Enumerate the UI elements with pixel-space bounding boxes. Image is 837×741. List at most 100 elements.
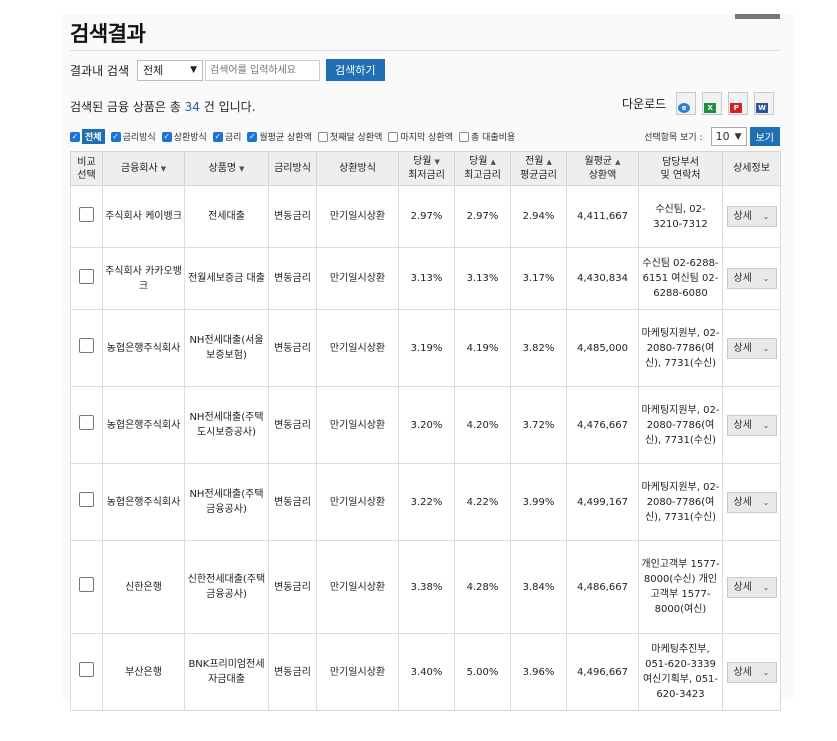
detail-label: 상세 [733,273,752,284]
summary-suffix: 건 입니다. [199,100,256,114]
filter-repay-type[interactable]: ✓ 상환방식 [161,130,207,143]
col-min-rate[interactable]: 당월 ▼ 최저금리 [398,151,455,186]
view-count-control: 선택항목 보기 : 10 ▼ 보기 [644,127,780,146]
checkbox-checked-icon: ✓ [110,131,121,142]
chevron-down-icon: ⌄ [762,274,770,283]
col-monthly[interactable]: 월평균 ▲ 상환액 [566,151,639,186]
filter-label: 총 대출비용 [471,133,516,143]
table-row: 주식회사 카카오뱅크 전월세보증금 대출 변동금리 만기일시상환 3.13% 3.13% 3… [70,247,781,310]
sort-desc-icon: ▼ [434,158,440,166]
filter-rate-type[interactable]: ✓ 금리방식 [110,130,156,143]
sort-asc-icon: ▲ [615,158,621,166]
results-table: 비교 선택 금융회사 ▼ 상품명 ▼ 금리방식 상환방식 당월 ▼ 최저금리 당월 ▲ 최고금… [70,151,781,711]
filter-all[interactable]: ✓ 전체 [70,129,105,144]
cell-product: NH전세대출(주택도시보증공사) [184,386,269,464]
filter-label: 월평균 상환액 [259,133,312,143]
cell-max-rate: 4.19% [454,309,511,387]
detail-label: 상세 [733,666,752,678]
table-header-row: 비교 선택 금융회사 ▼ 상품명 ▼ 금리방식 상환방식 당월 ▼ 최저금리 당월 ▲ 최고금… [70,151,781,186]
col-product[interactable]: 상품명 ▼ [184,151,269,186]
search-button[interactable]: 검색하기 [326,59,385,81]
cell-company: 주식회사 케이뱅크 [102,185,185,248]
filter-total-cost[interactable]: 총 대출비용 [459,130,515,143]
col-compare: 비교 선택 [70,151,103,186]
excel-icon[interactable]: X [702,92,723,115]
cell-min-rate: 3.40% [398,633,455,711]
cell-rate-type: 변동금리 [268,540,317,634]
detail-label: 상세 [733,581,752,593]
sort-asc-icon: ▲ [546,158,552,166]
cell-avg-rate: 3.96% [510,633,567,711]
pdf-icon[interactable]: P [728,92,749,115]
compare-checkbox[interactable] [79,268,94,284]
word-icon[interactable]: W [754,92,775,115]
detail-button[interactable]: 상세 ⌄ [726,337,777,359]
col-avg-rate[interactable]: 전월 ▲ 평균금리 [510,151,567,186]
compare-checkbox[interactable] [79,415,94,430]
compare-checkbox[interactable] [79,662,94,677]
col-rate-type: 금리방식 [268,151,317,186]
sort-desc-icon: ▼ [160,164,167,173]
view-count-select[interactable]: 10 ▼ [710,127,747,146]
search-input[interactable] [205,59,321,81]
cell-contact: 개인고객부 1577-8000(수신) 개인고객부 1577-8000(여신) [638,540,723,634]
cell-rate-type: 변동금리 [268,309,317,387]
cell-avg-rate: 3.84% [510,540,567,634]
filter-last-payment[interactable]: 마지막 상환액 [388,130,453,143]
filter-monthly[interactable]: ✓ 월평균 상환액 [247,130,312,143]
chevron-down-icon: ⌄ [762,343,770,353]
filter-label: 상환방식 [173,133,207,143]
summary-prefix: 검색된 금융 상품은 총 [70,100,185,114]
cell-monthly: 4,430,834 [566,247,639,310]
chevron-down-icon: ⌄ [762,497,770,507]
view-count-value: 10 [715,130,730,143]
cell-max-rate: 3.13% [454,247,511,310]
detail-cell: 상세 ⌄ [722,185,781,248]
detail-label: 상세 [733,419,752,431]
detail-button[interactable]: 상세 ⌄ [726,206,777,227]
cell-rate-type: 변동금리 [268,463,317,541]
cell-product: NH전세대출(서울보증보험) [184,309,269,387]
table-row: 부산은행 BNK프리미엄전세자금대출 변동금리 만기일시상환 3.40% 5.00% 3.9… [70,633,781,711]
view-button[interactable]: 보기 [749,127,780,146]
detail-button[interactable]: 상세 ⌄ [726,268,777,289]
cell-company: 부산은행 [102,633,185,711]
cell-product: 전월세보증금 대출 [184,247,269,310]
cell-min-rate: 3.19% [398,309,455,387]
detail-button[interactable]: 상세 ⌄ [726,414,777,436]
ie-icon[interactable]: e [676,92,697,115]
cell-product: 신한전세대출(주택금융공사) [184,540,269,634]
detail-button[interactable]: 상세 ⌄ [726,491,777,513]
cell-monthly: 4,486,667 [566,540,639,634]
col-repay-type: 상환방식 [316,151,399,186]
filter-rate[interactable]: ✓ 금리 [212,130,241,143]
detail-cell: 상세 ⌄ [722,633,781,711]
compare-checkbox[interactable] [79,338,94,353]
cell-rate-type: 변동금리 [268,633,317,711]
checkbox-empty-icon [317,131,328,142]
compare-cell [70,309,103,387]
col-contact: 담당부서 및 연락처 [638,151,723,186]
cell-company: 농협은행주식회사 [102,309,185,387]
detail-cell: 상세 ⌄ [722,309,781,387]
compare-cell [70,463,103,541]
detail-label: 상세 [733,496,752,508]
scope-select[interactable]: 전체 ▼ [137,59,204,81]
cell-avg-rate: 2.94% [510,185,567,248]
cell-repay-type: 만기일시상환 [316,540,399,634]
cell-repay-type: 만기일시상환 [316,633,399,711]
filter-label: 금리방식 [122,133,156,143]
cell-max-rate: 4.28% [454,540,511,634]
compare-checkbox[interactable] [79,492,94,507]
filter-first-month[interactable]: 첫째달 상환액 [317,130,382,143]
cell-min-rate: 2.97% [398,185,455,248]
cell-product: NH전세대출(주택금융공사) [184,463,269,541]
col-company[interactable]: 금융회사 ▼ [102,151,185,186]
cell-contact: 마케팅지원부, 02-2080-7786(여신), 7731(수신) [638,309,723,387]
compare-cell [70,386,103,464]
detail-button[interactable]: 상세 ⌄ [726,576,777,598]
col-max-rate[interactable]: 당월 ▲ 최고금리 [454,151,511,186]
detail-button[interactable]: 상세 ⌄ [726,661,777,683]
compare-checkbox[interactable] [79,577,94,592]
compare-checkbox[interactable] [79,206,94,222]
